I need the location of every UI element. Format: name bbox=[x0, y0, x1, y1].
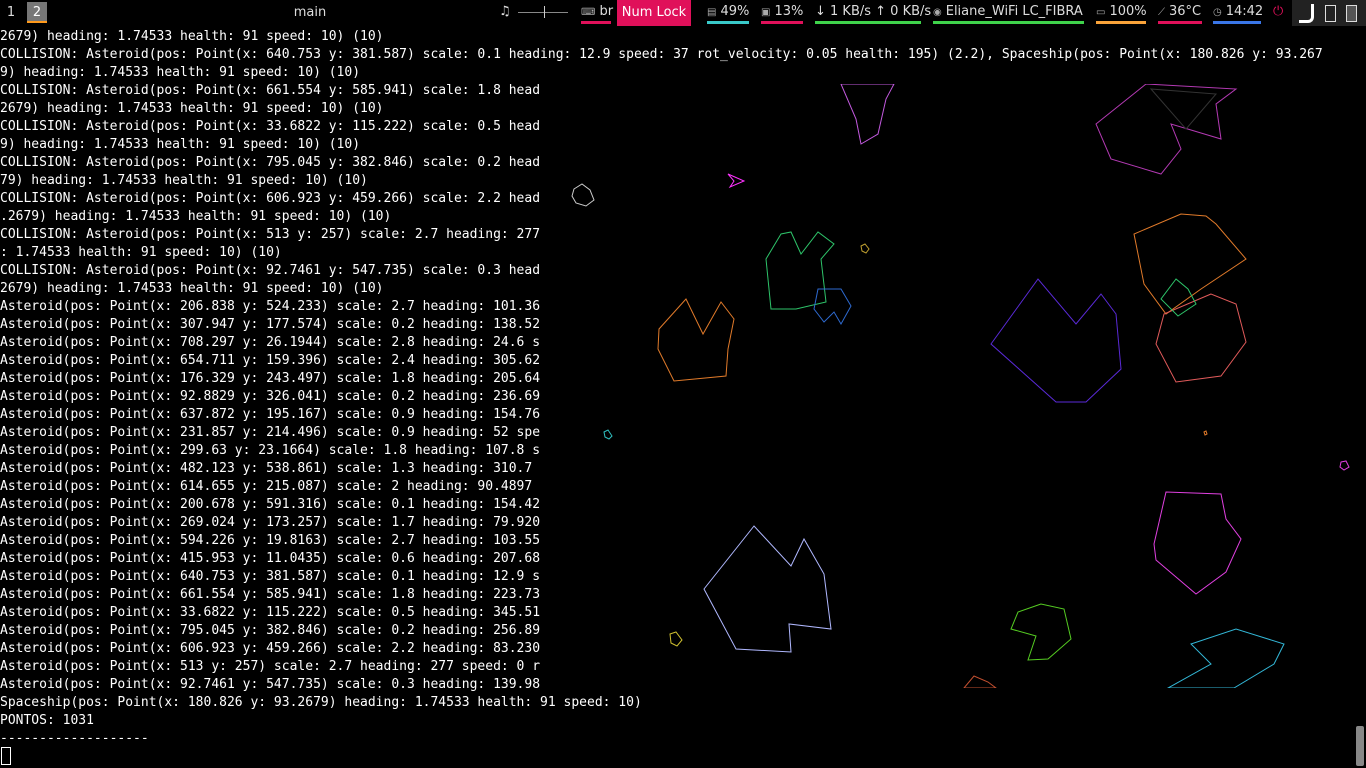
terminal-line: ------------------- bbox=[0, 731, 149, 746]
terminal-line: PONTOS: 1031 bbox=[0, 713, 94, 728]
game-window[interactable] bbox=[556, 84, 1356, 688]
clock-underline bbox=[1213, 21, 1261, 24]
asteroid bbox=[813, 288, 852, 326]
temperature: ⟋ 36°C bbox=[1158, 0, 1202, 26]
cpu-value: 13% bbox=[774, 4, 804, 19]
status-bar: 1 2 main ♫ ⌨ br Num Lock ▤ 49% ▣ 13% ↓ 1 KB… bbox=[0, 0, 1366, 26]
memory-usage: ▤ 49% bbox=[707, 0, 749, 26]
music-note-icon[interactable]: ♫ bbox=[499, 0, 513, 26]
terminal-line: Spaceship(pos: Point(x: 180.826 y: 93.26… bbox=[0, 695, 642, 710]
workspace-2-button[interactable]: 2 bbox=[27, 2, 47, 23]
asteroid bbox=[1339, 460, 1350, 471]
terminal-cursor bbox=[1, 747, 11, 765]
battery-underline bbox=[1096, 21, 1146, 24]
asteroid bbox=[963, 675, 997, 688]
workspace-1-button[interactable]: 1 bbox=[3, 2, 19, 23]
wifi-status[interactable]: ◉ Eliane_WiFi LC_FIBRA bbox=[933, 0, 1084, 26]
terminal-line: 9) heading: 1.74533 health: 91 speed: 10… bbox=[0, 65, 361, 80]
tray-battery-icon[interactable] bbox=[1346, 5, 1357, 22]
keyboard-layout[interactable]: ⌨ br bbox=[581, 0, 614, 26]
terminal-scrollbar[interactable] bbox=[1356, 726, 1364, 766]
network-underline bbox=[815, 21, 921, 24]
asteroid bbox=[571, 183, 595, 207]
asteroid bbox=[603, 429, 613, 440]
network-speed: ↓ 1 KB/s ↑ 0 KB/s bbox=[815, 0, 931, 26]
game-canvas bbox=[571, 84, 1350, 688]
battery-value: 100% bbox=[1109, 4, 1147, 19]
asteroid bbox=[1166, 628, 1285, 688]
temperature-value: 36°C bbox=[1169, 4, 1202, 19]
battery-status: ▭ 100% bbox=[1096, 0, 1147, 26]
power-icon[interactable]: ⏻ bbox=[1273, 0, 1285, 26]
asteroid bbox=[1095, 84, 1238, 175]
terminal-line: 2679) heading: 1.74533 health: 91 speed:… bbox=[0, 29, 384, 44]
spaceship bbox=[727, 173, 746, 189]
cpu-underline bbox=[761, 21, 803, 24]
asteroid bbox=[657, 298, 735, 382]
asteroid bbox=[1203, 430, 1208, 436]
asteroid bbox=[1010, 603, 1072, 661]
wifi-name: Eliane_WiFi LC_FIBRA bbox=[945, 4, 1083, 19]
wifi-underline bbox=[933, 21, 1084, 24]
tray-device-icon[interactable] bbox=[1325, 5, 1336, 22]
app-tray-icon[interactable] bbox=[1299, 4, 1314, 23]
network-speed-value: ↓ 1 KB/s ↑ 0 KB/s bbox=[815, 4, 932, 19]
memory-value: 49% bbox=[720, 4, 750, 19]
cpu-usage: ▣ 13% bbox=[761, 0, 803, 26]
keyboard-underline bbox=[581, 21, 611, 24]
asteroid bbox=[1149, 88, 1218, 130]
asteroid bbox=[765, 231, 835, 310]
asteroid bbox=[840, 84, 895, 145]
asteroid bbox=[990, 278, 1122, 403]
clock: ◷ 14:42 bbox=[1213, 0, 1264, 26]
temperature-underline bbox=[1158, 21, 1202, 24]
audio-level-slider[interactable] bbox=[518, 0, 570, 26]
asteroid bbox=[669, 631, 683, 647]
window-title: main bbox=[293, 5, 327, 20]
terminal-line: COLLISION: Asteroid(pos: Point(x: 640.75… bbox=[0, 47, 1323, 62]
asteroid bbox=[1160, 278, 1197, 317]
num-lock-indicator: Num Lock bbox=[617, 0, 691, 26]
asteroid bbox=[860, 243, 870, 254]
keyboard-layout-label: br bbox=[599, 4, 614, 19]
memory-underline bbox=[707, 21, 749, 24]
system-tray bbox=[1292, 0, 1366, 26]
asteroid bbox=[1133, 213, 1247, 315]
asteroid bbox=[1153, 491, 1242, 595]
clock-value: 14:42 bbox=[1225, 4, 1264, 19]
asteroid bbox=[703, 525, 832, 653]
